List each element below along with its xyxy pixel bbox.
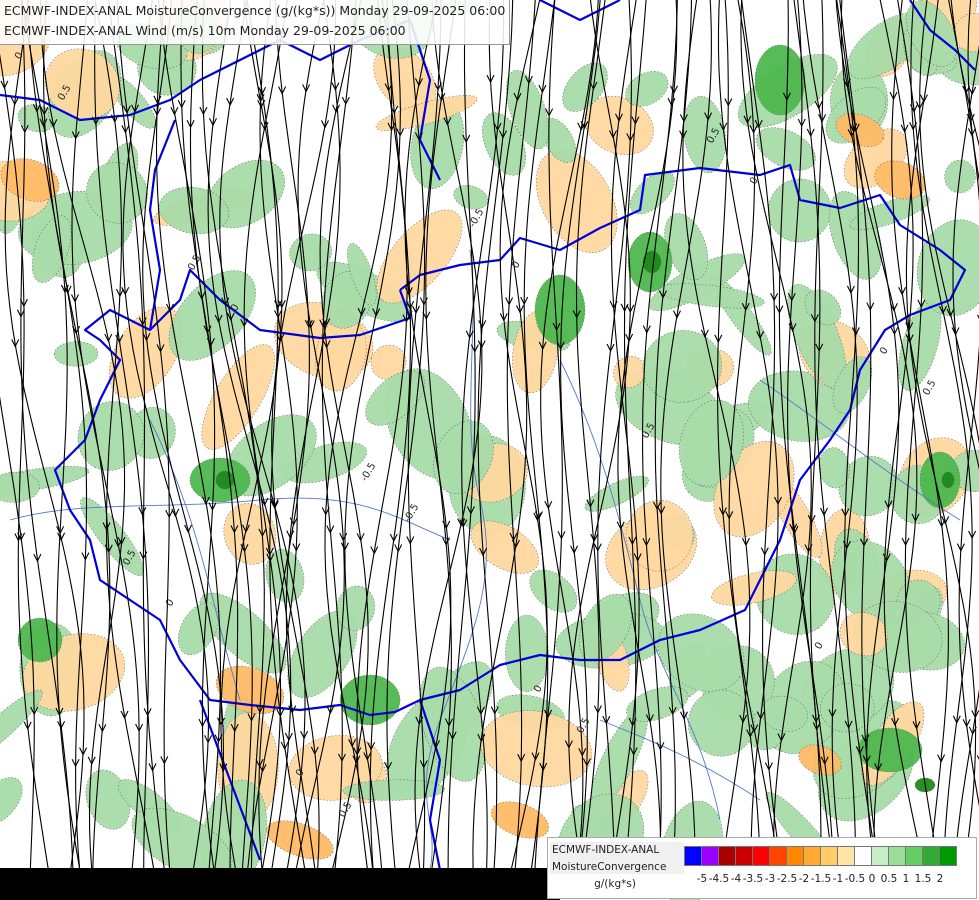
- legend-swatch: [684, 846, 702, 866]
- title-moisture-convergence: ECMWF-INDEX-ANAL MoistureConvergence (g/…: [4, 3, 506, 18]
- legend-swatch: [701, 846, 719, 866]
- field-patch: [17, 617, 63, 663]
- legend-tick-label: -1: [832, 873, 844, 885]
- contour-label: 0.5: [186, 253, 203, 272]
- field-patch: [683, 96, 726, 173]
- contour-label: -0.5: [402, 502, 421, 524]
- legend-tick-label: -4: [730, 873, 742, 885]
- legend-swatch: [820, 846, 838, 866]
- legend-swatch: [871, 846, 889, 866]
- legend-swatch: [922, 846, 940, 866]
- map-edge-strip: [0, 868, 560, 900]
- field-patch: [941, 471, 955, 489]
- field-patch: [215, 470, 235, 490]
- contour-label: 0.5: [921, 378, 938, 397]
- legend-tick-label: -2.5: [776, 873, 798, 885]
- legend-swatch: [718, 846, 736, 866]
- field-patch: [505, 614, 549, 692]
- legend-swatch: [786, 846, 804, 866]
- legend-tick-label: 2: [936, 873, 944, 885]
- legend-tick-label: -3.5: [742, 873, 764, 885]
- contour-label: 0: [510, 259, 523, 270]
- legend-tick-label: -1.5: [810, 873, 832, 885]
- legend-tick-label: -2: [798, 873, 810, 885]
- legend-swatch: [735, 846, 753, 866]
- legend-swatch: [905, 846, 923, 866]
- legend-tick-label: -4.5: [708, 873, 730, 885]
- legend-tick-label: 0.5: [880, 873, 898, 885]
- field-patch: [80, 497, 144, 577]
- contour-label: 0.5: [337, 800, 354, 819]
- field-patch: [828, 191, 883, 280]
- legend-tick-label: 1.5: [914, 873, 932, 885]
- legend-tick-label: 1: [902, 873, 910, 885]
- wind-streamline: [919, 0, 979, 871]
- legend-swatch: [769, 846, 787, 866]
- contour-label: 0.5: [575, 716, 592, 735]
- contour-label: 0: [878, 345, 891, 356]
- legend-swatches: [684, 846, 957, 866]
- legend-swatch: [837, 846, 855, 866]
- contour-label: -0.5: [359, 461, 378, 483]
- legend-swatch: [803, 846, 821, 866]
- legend-tick-label: -3: [764, 873, 776, 885]
- contour-label: 0: [164, 597, 177, 608]
- field-patch: [0, 777, 23, 826]
- legend-swatch: [888, 846, 906, 866]
- contour-label: 0: [813, 640, 826, 651]
- map-canvas: 00.5-0.500.500.50-0.50.500.50-0.50.500.5…: [0, 0, 979, 900]
- legend-swatch: [854, 846, 872, 866]
- legend-tick-label: 0: [868, 873, 876, 885]
- legend-tick-label: -0.5: [844, 873, 866, 885]
- weather-map[interactable]: 0 0.5 -0.5 0 0.5 0 0.5 0 -0.5 0.5 0 0.5 0 -0.5 0.5 0 0.5…: [0, 0, 979, 900]
- legend-swatch: [939, 846, 957, 866]
- field-patch: [453, 185, 489, 210]
- legend-parameter-name: MoistureConvergence: [550, 860, 684, 874]
- legend-swatch: [752, 846, 770, 866]
- legend-units: g/(kg*s): [594, 878, 636, 890]
- field-patch: [916, 219, 979, 317]
- legend-tick-labels: -5 -4.5 -4 -3.5 -3 -2.5 -2 -1.5 -1 -0.5 0 0.5 1 1.5 2: [684, 873, 974, 889]
- title-wind: ECMWF-INDEX-ANAL Wind (m/s) 10m Monday 2…: [4, 23, 406, 38]
- map-title-box: ECMWF-INDEX-ANAL MoistureConvergence (g/…: [0, 0, 511, 45]
- legend-tick-label: -5: [696, 873, 708, 885]
- color-legend: ECMWF-INDEX-ANAL MoistureConvergence g/(…: [547, 837, 977, 899]
- field-patch: [754, 44, 806, 116]
- field-patch: [339, 674, 401, 726]
